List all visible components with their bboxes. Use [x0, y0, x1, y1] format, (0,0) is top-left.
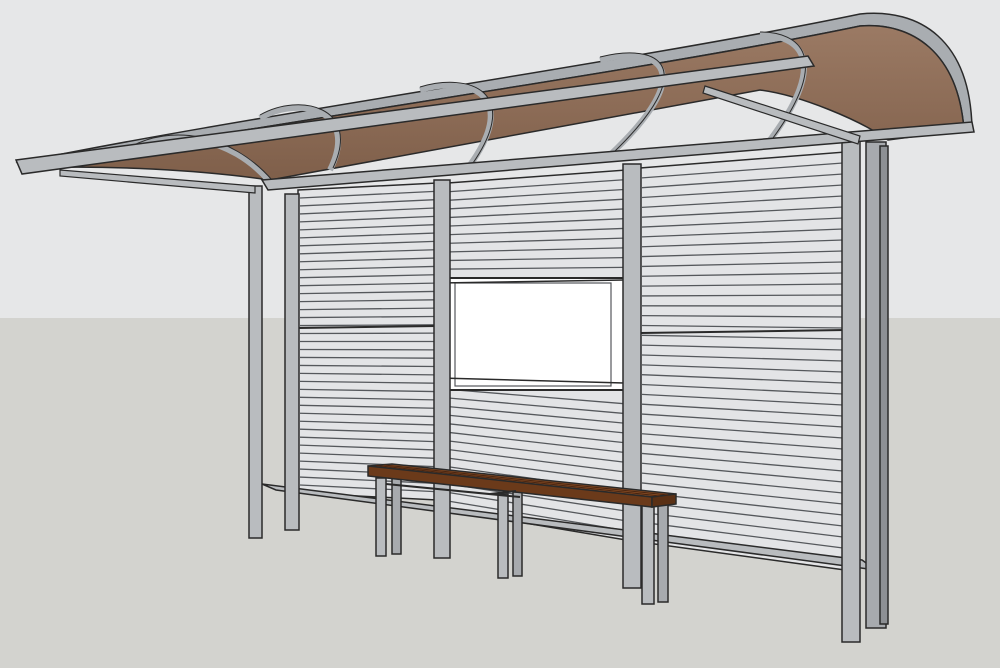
post-rear-left [284, 193, 300, 531]
post-front-right [841, 135, 861, 643]
post-mid-right [622, 163, 642, 589]
poster-frame [439, 277, 625, 391]
wall-panel-right [639, 151, 846, 571]
bench-leg [391, 475, 402, 555]
post-front-left [248, 185, 263, 539]
bench-leg [375, 477, 387, 557]
bench-leg [641, 503, 655, 605]
bus-shelter-scene [0, 0, 1000, 668]
bench-leg [497, 493, 509, 579]
post-mid-left [433, 179, 451, 559]
post-rear-right-side [879, 145, 889, 625]
wall-slat [299, 356, 436, 359]
bench-leg [657, 501, 669, 603]
bench-leg [512, 491, 523, 577]
